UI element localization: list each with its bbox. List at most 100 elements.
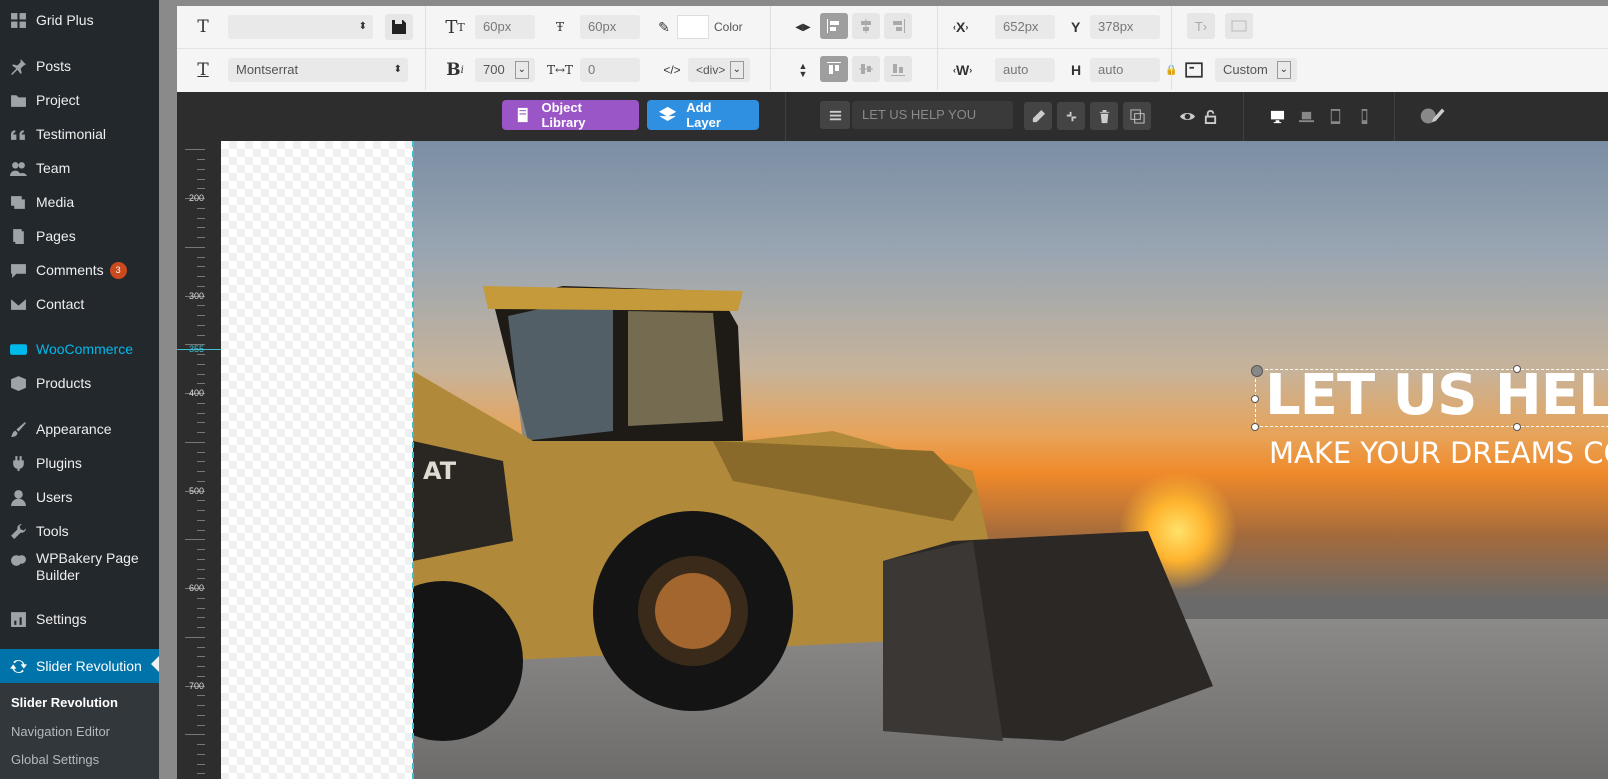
y-position-label: Y: [1071, 15, 1080, 39]
ruler-tick: [197, 334, 205, 336]
slide-background-image[interactable]: AT LET US HELP YOU MAKE YOUR DREAMS COME…: [413, 141, 1608, 779]
add-layer-label: Add Layer: [686, 100, 721, 130]
slide-headline-layer[interactable]: LET US HELP YOU: [1265, 363, 1608, 428]
height-label: H: [1071, 58, 1081, 82]
sidebar-item-label: Team: [36, 160, 71, 176]
layer-list-button[interactable]: [820, 101, 850, 129]
edit-layer-button[interactable]: [1024, 102, 1052, 130]
font-family-select[interactable]: Montserrat ⬍: [228, 58, 408, 82]
add-layer-button[interactable]: Add Layer: [647, 100, 759, 130]
html-tag-select[interactable]: <div> ⌄: [688, 58, 750, 82]
color-swatch[interactable]: [677, 15, 709, 39]
ruler-tick: [197, 568, 205, 570]
mobile-view-button[interactable]: [1352, 104, 1376, 128]
sidebar-item-label: Contact: [36, 296, 85, 312]
chevron-down-icon: ⌄: [1276, 61, 1291, 79]
align-center-button[interactable]: [852, 13, 880, 39]
sidebar-item-woocommerce[interactable]: WooCommerce: [0, 334, 159, 364]
submenu-navigation-editor[interactable]: Navigation Editor: [11, 724, 110, 739]
settings-icon: [8, 609, 28, 629]
ruler-label: 500: [189, 485, 205, 496]
line-height-input[interactable]: 60px: [580, 15, 640, 39]
sidebar-item-slider-revolution[interactable]: Slider Revolution: [0, 649, 159, 683]
box-icon: [8, 373, 28, 393]
sidebar-item-wpbakery[interactable]: WPBakery Page Builder: [0, 550, 159, 590]
align-left-button[interactable]: [820, 13, 848, 39]
toolbar-divider: [1171, 48, 1172, 90]
layer-name-input[interactable]: LET US HELP YOU: [852, 101, 1013, 129]
x-position-label: ‹ X ›: [953, 19, 969, 35]
width-input[interactable]: auto: [995, 58, 1055, 82]
save-icon: [392, 20, 406, 34]
clone-layer-button[interactable]: [1123, 102, 1151, 130]
sidebar-item-products[interactable]: Products: [0, 368, 159, 398]
ruler-tick: [197, 627, 205, 628]
horizontal-arrows-icon: ◀▶: [795, 21, 811, 33]
preview-settings-button[interactable]: [1415, 104, 1449, 128]
sidebar-item-posts[interactable]: Posts: [0, 51, 159, 81]
sidebar-item-project[interactable]: Project: [0, 85, 159, 115]
sidebar-item-pages[interactable]: Pages: [0, 221, 159, 251]
visibility-toggle[interactable]: [1175, 104, 1199, 128]
sidebar-item-comments[interactable]: Comments 3: [0, 255, 159, 285]
size-mode-select[interactable]: Custom ⌄: [1215, 58, 1297, 82]
height-input[interactable]: auto: [1090, 58, 1160, 82]
comment-icon: [8, 260, 28, 280]
valign-top-icon: [827, 62, 841, 74]
ruler-tick: [185, 246, 205, 248]
valign-middle-button[interactable]: [852, 56, 880, 82]
pencil-icon: [1032, 109, 1045, 122]
duplicate-layer-button[interactable]: [1057, 102, 1085, 130]
clone-icon: [1129, 108, 1145, 124]
slide-subheadline-layer[interactable]: MAKE YOUR DREAMS COME TRUE: [1269, 436, 1608, 470]
delete-layer-button[interactable]: [1090, 102, 1118, 130]
bar-divider: [1243, 92, 1244, 141]
sidebar-item-media[interactable]: Media: [0, 187, 159, 217]
tablet-icon: [1330, 108, 1340, 124]
sidebar-item-users[interactable]: Users: [0, 482, 159, 512]
letter-spacing-input[interactable]: 0: [580, 58, 640, 82]
submenu-global-settings[interactable]: Global Settings: [11, 752, 99, 767]
valign-top-button[interactable]: [820, 56, 848, 82]
sidebar-item-testimonial[interactable]: Testimonial: [0, 119, 159, 149]
submenu-slider-revolution[interactable]: Slider Revolution: [11, 695, 118, 710]
ruler-tick: [197, 529, 205, 531]
toolbar-divider: [425, 6, 426, 48]
quote-icon: [8, 124, 28, 144]
object-library-button[interactable]: Object Library: [502, 100, 639, 130]
lock-toggle[interactable]: [1198, 104, 1222, 128]
grid-icon: [8, 10, 28, 30]
style-template-select[interactable]: ⬍: [228, 15, 373, 39]
sidebar-item-contact[interactable]: Contact: [0, 289, 159, 319]
ruler-tick: [197, 237, 205, 238]
sidebar-item-team[interactable]: Team: [0, 153, 159, 183]
desktop-view-button[interactable]: [1265, 104, 1289, 128]
resize-handle-left[interactable]: [1251, 395, 1259, 403]
layer-box-button[interactable]: [1225, 13, 1253, 39]
sidebar-item-label: Grid Plus: [36, 12, 94, 28]
sidebar-item-label: Project: [36, 92, 80, 108]
save-style-button[interactable]: [385, 14, 413, 40]
sidebar-item-tools[interactable]: Tools: [0, 516, 159, 546]
ruler-tick: [197, 666, 205, 667]
tablet-view-button[interactable]: [1323, 104, 1347, 128]
font-size-input[interactable]: 60px: [475, 15, 535, 39]
valign-bottom-button[interactable]: [884, 56, 912, 82]
sidebar-item-grid-plus[interactable]: Grid Plus: [0, 5, 159, 35]
rotate-handle[interactable]: [1251, 365, 1263, 377]
laptop-view-button[interactable]: [1294, 104, 1318, 128]
sidebar-item-plugins[interactable]: Plugins: [0, 448, 159, 478]
slider-revolution-submenu: Slider Revolution Navigation Editor Glob…: [0, 683, 159, 779]
y-position-input[interactable]: 378px: [1090, 15, 1160, 39]
font-weight-select[interactable]: 700 ⌄: [475, 58, 535, 82]
sidebar-item-settings[interactable]: Settings: [0, 604, 159, 634]
chevron-updown-icon: ⬍: [393, 64, 402, 75]
align-right-button[interactable]: [884, 13, 912, 39]
sidebar-item-appearance[interactable]: Appearance: [0, 414, 159, 444]
x-position-input[interactable]: 652px: [995, 15, 1055, 39]
ruler-tick: [197, 266, 205, 268]
chevron-down-icon: ⌄: [514, 61, 529, 79]
resize-handle-bottom-left[interactable]: [1251, 423, 1259, 431]
ruler-tick: [197, 227, 205, 229]
text-transform-button[interactable]: T›: [1187, 13, 1215, 39]
